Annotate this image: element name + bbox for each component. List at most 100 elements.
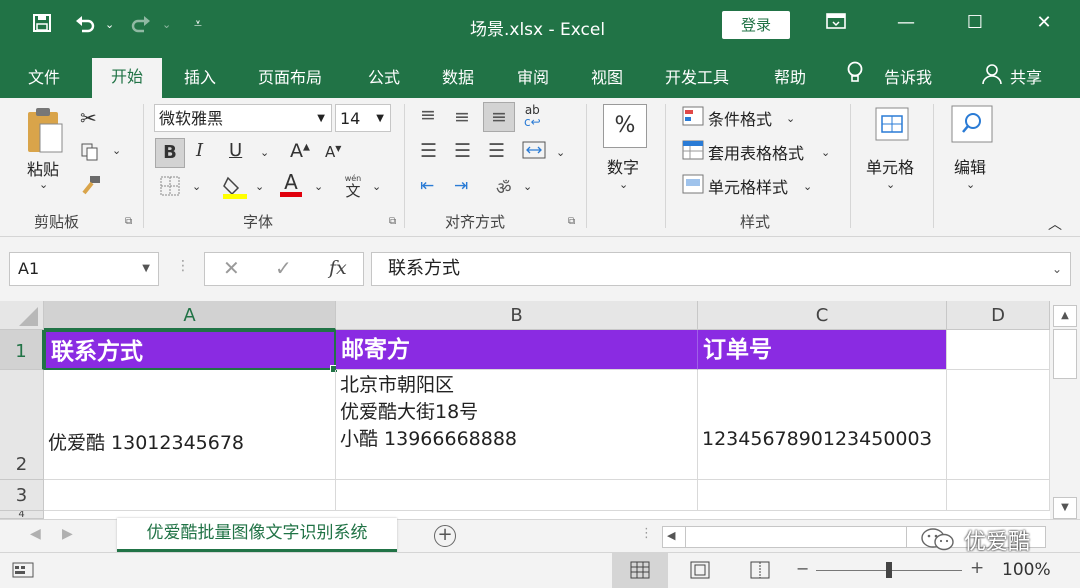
align-bottom-icon[interactable]: ≡	[483, 102, 515, 132]
orientation-icon[interactable]: ॐ	[496, 176, 512, 199]
number-format-label[interactable]: 数字	[607, 154, 639, 178]
cell-c1[interactable]: 订单号	[698, 330, 947, 370]
tab-view[interactable]: 视图	[591, 64, 623, 88]
align-left-icon[interactable]: ☰	[420, 140, 437, 162]
tab-formulas[interactable]: 公式	[368, 64, 400, 88]
minimize-icon[interactable]: —	[886, 12, 926, 33]
table-format-label[interactable]: 套用表格格式	[708, 140, 804, 164]
orientation-dropdown-icon[interactable]: ⌄	[523, 180, 532, 193]
collapse-ribbon-icon[interactable]: ︿	[1048, 214, 1062, 234]
borders-icon[interactable]	[160, 176, 180, 200]
increase-indent-icon[interactable]: ⇥	[454, 176, 468, 196]
scroll-up-icon[interactable]: ▲	[1053, 305, 1077, 327]
wrap-text-icon[interactable]: ab c↩	[524, 104, 541, 128]
column-header-d[interactable]: D	[947, 301, 1050, 330]
cell-a1[interactable]: 联系方式	[44, 330, 336, 370]
copy-dropdown-icon[interactable]: ⌄	[112, 144, 121, 157]
prev-sheet-icon[interactable]: ◀	[30, 526, 41, 542]
table-format-icon[interactable]	[682, 140, 704, 164]
cells-icon[interactable]	[872, 104, 912, 148]
scroll-thumb[interactable]	[1053, 329, 1077, 379]
fill-color-icon[interactable]	[222, 174, 248, 204]
increase-font-icon[interactable]: A▲	[290, 140, 310, 162]
zoom-slider-thumb[interactable]	[886, 562, 892, 578]
enter-icon[interactable]: ✓	[275, 256, 292, 280]
chevron-down-icon[interactable]: ▼	[142, 253, 150, 285]
lightbulb-icon[interactable]	[846, 61, 864, 89]
page-layout-view-icon[interactable]	[690, 561, 710, 583]
macro-record-icon[interactable]	[12, 560, 34, 584]
normal-view-button[interactable]	[612, 553, 668, 588]
conditional-format-dropdown-icon[interactable]: ⌄	[786, 112, 795, 125]
next-sheet-icon[interactable]: ▶	[62, 526, 73, 542]
customize-icon[interactable]: ⩡	[194, 16, 202, 32]
sheet-tab-active[interactable]: 优爱酷批量图像文字识别系统	[117, 518, 397, 552]
close-icon[interactable]: ✕	[1024, 12, 1064, 33]
maximize-icon[interactable]: ☐	[955, 12, 995, 33]
decrease-indent-icon[interactable]: ⇤	[420, 176, 434, 196]
copy-icon[interactable]	[80, 142, 100, 166]
tab-home[interactable]: 开始	[92, 58, 162, 99]
font-color-dropdown-icon[interactable]: ⌄	[314, 180, 323, 193]
number-dropdown-icon[interactable]: ⌄	[619, 178, 628, 191]
align-center-icon[interactable]: ☰	[454, 140, 471, 162]
conditional-format-label[interactable]: 条件格式	[708, 106, 772, 130]
tab-review[interactable]: 审阅	[517, 64, 549, 88]
tab-split-icon[interactable]: ⋮	[640, 526, 653, 541]
add-sheet-button[interactable]: +	[434, 525, 456, 547]
decrease-font-icon[interactable]: A▼	[325, 143, 341, 161]
horizontal-scroll-thumb[interactable]	[685, 527, 907, 547]
cell-style-label[interactable]: 单元格样式	[708, 174, 788, 198]
cell-d3[interactable]	[947, 480, 1050, 511]
cell-d1[interactable]	[947, 330, 1050, 370]
redo-dropdown-icon[interactable]: ⌄	[162, 18, 171, 31]
ribbon-display-icon[interactable]	[816, 12, 856, 35]
zoom-out-button[interactable]: −	[796, 559, 809, 578]
italic-button[interactable]: I	[196, 140, 203, 161]
undo-icon[interactable]	[74, 13, 96, 38]
borders-dropdown-icon[interactable]: ⌄	[192, 180, 201, 193]
font-size-combo[interactable]: 14 ▼	[335, 104, 391, 132]
select-all-corner[interactable]	[0, 301, 44, 330]
row-header-3[interactable]: 3	[0, 480, 44, 511]
format-painter-icon[interactable]	[80, 174, 102, 200]
tab-help[interactable]: 帮助	[774, 64, 806, 88]
table-format-dropdown-icon[interactable]: ⌄	[821, 146, 830, 159]
bold-button[interactable]: B	[155, 138, 185, 168]
editing-label[interactable]: 编辑	[954, 154, 986, 178]
scroll-left-icon[interactable]: ◀	[667, 529, 675, 542]
cell-b1[interactable]: 邮寄方	[336, 330, 698, 370]
underline-button[interactable]: U	[229, 140, 242, 161]
underline-dropdown-icon[interactable]: ⌄	[260, 146, 269, 159]
tell-me-label[interactable]: 告诉我	[884, 64, 932, 88]
row-header-1[interactable]: 1	[0, 330, 44, 370]
cell-style-dropdown-icon[interactable]: ⌄	[803, 180, 812, 193]
clipboard-launcher-icon[interactable]: ⧉	[125, 216, 132, 227]
phonetic-icon[interactable]: wén 文	[342, 174, 364, 200]
column-header-b[interactable]: B	[336, 301, 698, 330]
column-header-a[interactable]: A	[44, 301, 336, 330]
cell-d2[interactable]	[947, 370, 1050, 480]
cell-c2[interactable]: 123456789012345000З	[698, 370, 947, 480]
merge-dropdown-icon[interactable]: ⌄	[556, 146, 565, 159]
formula-input[interactable]: 联系方式 ⌄	[371, 252, 1071, 286]
tab-page-layout[interactable]: 页面布局	[258, 64, 322, 88]
undo-dropdown-icon[interactable]: ⌄	[105, 18, 114, 31]
font-color-button[interactable]: A	[280, 172, 302, 197]
zoom-in-button[interactable]: +	[970, 558, 984, 578]
cells-label[interactable]: 单元格	[866, 154, 914, 178]
column-header-c[interactable]: C	[698, 301, 947, 330]
font-launcher-icon[interactable]: ⧉	[389, 216, 396, 227]
paste-dropdown-icon[interactable]: ⌄	[39, 178, 48, 191]
share-button[interactable]: 共享	[1010, 64, 1042, 88]
cells-dropdown-icon[interactable]: ⌄	[886, 178, 895, 191]
tab-insert[interactable]: 插入	[184, 64, 216, 88]
tab-file[interactable]: 文件	[28, 64, 60, 88]
editing-dropdown-icon[interactable]: ⌄	[966, 178, 975, 191]
cell-style-icon[interactable]	[682, 174, 704, 198]
cell-b3[interactable]	[336, 480, 698, 511]
zoom-level[interactable]: 100%	[1002, 560, 1051, 580]
phonetic-dropdown-icon[interactable]: ⌄	[372, 180, 381, 193]
align-right-icon[interactable]: ☰	[488, 140, 505, 162]
cell-b2[interactable]: 北京市朝阳区 优爱酷大街18号 小酷 13966668888	[336, 370, 698, 480]
